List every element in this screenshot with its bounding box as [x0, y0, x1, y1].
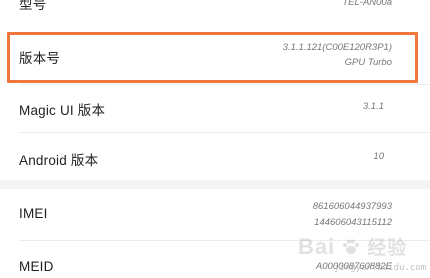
watermark-suffix: 经验: [367, 238, 408, 259]
android-version-label: Android 版本: [19, 153, 99, 168]
watermark-url: jingyan.baidu.com: [334, 263, 427, 273]
imei-2-value: 144606043115112: [314, 217, 392, 228]
meid-label: MEID: [19, 259, 54, 274]
section-separator: [0, 180, 430, 189]
settings-row-model[interactable]: 型号 TEL-AN00a: [0, 0, 430, 30]
settings-row-magic-ui-version[interactable]: Magic UI 版本 3.1.1: [0, 85, 430, 131]
baidu-watermark: Bai 经验: [298, 233, 407, 260]
paw-icon: [343, 239, 360, 254]
highlight-frame: [7, 32, 418, 83]
magic-ui-version-label: Magic UI 版本: [19, 103, 106, 118]
imei-1-value: 861606044937993: [312, 201, 392, 212]
magic-ui-version-value: 3.1.1: [362, 101, 384, 112]
android-version-value: 10: [373, 151, 384, 162]
model-label: 型号: [19, 0, 47, 12]
imei-label: IMEI: [19, 206, 48, 221]
settings-row-imei[interactable]: IMEI 861606044937993 144606043115112: [0, 189, 430, 239]
watermark-brand: Bai: [298, 233, 336, 259]
model-value: TEL-AN00a: [342, 0, 392, 8]
settings-row-android-version[interactable]: Android 版本 10: [0, 133, 430, 179]
